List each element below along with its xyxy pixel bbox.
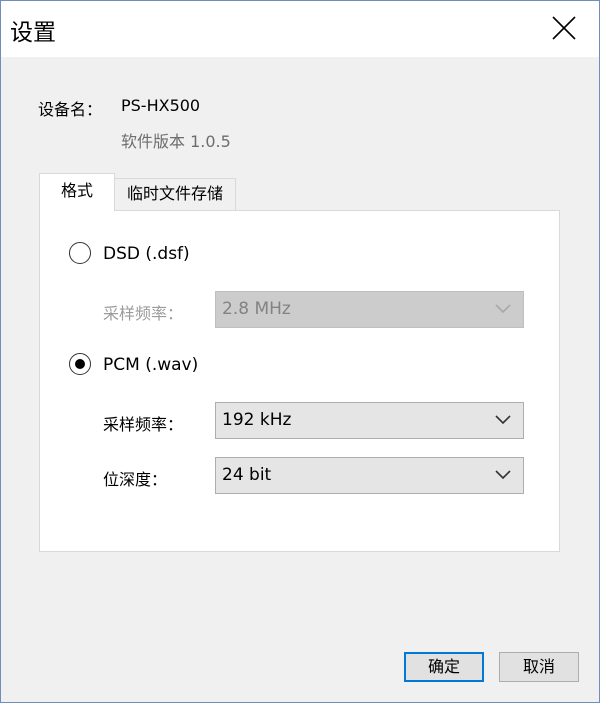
tab-format[interactable]: 格式: [39, 173, 115, 211]
dsd-sample-rate-select: 2.8 MHz: [215, 291, 524, 328]
cancel-button[interactable]: 取消: [499, 652, 579, 682]
device-name-value: PS-HX500: [121, 96, 201, 115]
settings-dialog: 设置 设备名： PS-HX500 软件版本 1.0.5 格式 临时文件存储 DS…: [0, 0, 600, 703]
close-button[interactable]: [531, 1, 599, 57]
dsd-radio[interactable]: [69, 242, 91, 264]
dsd-radio-label[interactable]: DSD (.dsf): [103, 244, 190, 264]
pcm-radio-label[interactable]: PCM (.wav): [103, 355, 198, 375]
dsd-sample-rate-label: 采样频率：: [103, 304, 184, 323]
close-icon: [552, 16, 576, 40]
software-version: 软件版本 1.0.5: [121, 132, 231, 151]
dsd-sample-rate-value: 2.8 MHz: [222, 299, 291, 319]
bit-depth-label: 位深度：: [103, 470, 168, 489]
tab-temp-storage[interactable]: 临时文件存储: [114, 178, 236, 210]
chevron-down-icon: [495, 415, 511, 425]
device-name-label: 设备名：: [38, 100, 103, 119]
pcm-sample-rate-label: 采样频率：: [103, 415, 184, 434]
bit-depth-value: 24 bit: [222, 465, 272, 485]
chevron-down-icon: [495, 304, 511, 314]
chevron-down-icon: [495, 470, 511, 480]
format-tab-panel: DSD (.dsf) 采样频率： 2.8 MHz PCM (.wav) 采样频率…: [39, 210, 560, 552]
window-title: 设置: [10, 20, 56, 46]
title-bar: 设置: [1, 1, 599, 57]
bit-depth-select[interactable]: 24 bit: [215, 457, 524, 494]
ok-button[interactable]: 确定: [404, 652, 484, 682]
pcm-radio-selected-dot: [75, 359, 85, 369]
pcm-sample-rate-value: 192 kHz: [222, 410, 292, 430]
pcm-sample-rate-select[interactable]: 192 kHz: [215, 402, 524, 439]
pcm-radio[interactable]: [69, 353, 91, 375]
